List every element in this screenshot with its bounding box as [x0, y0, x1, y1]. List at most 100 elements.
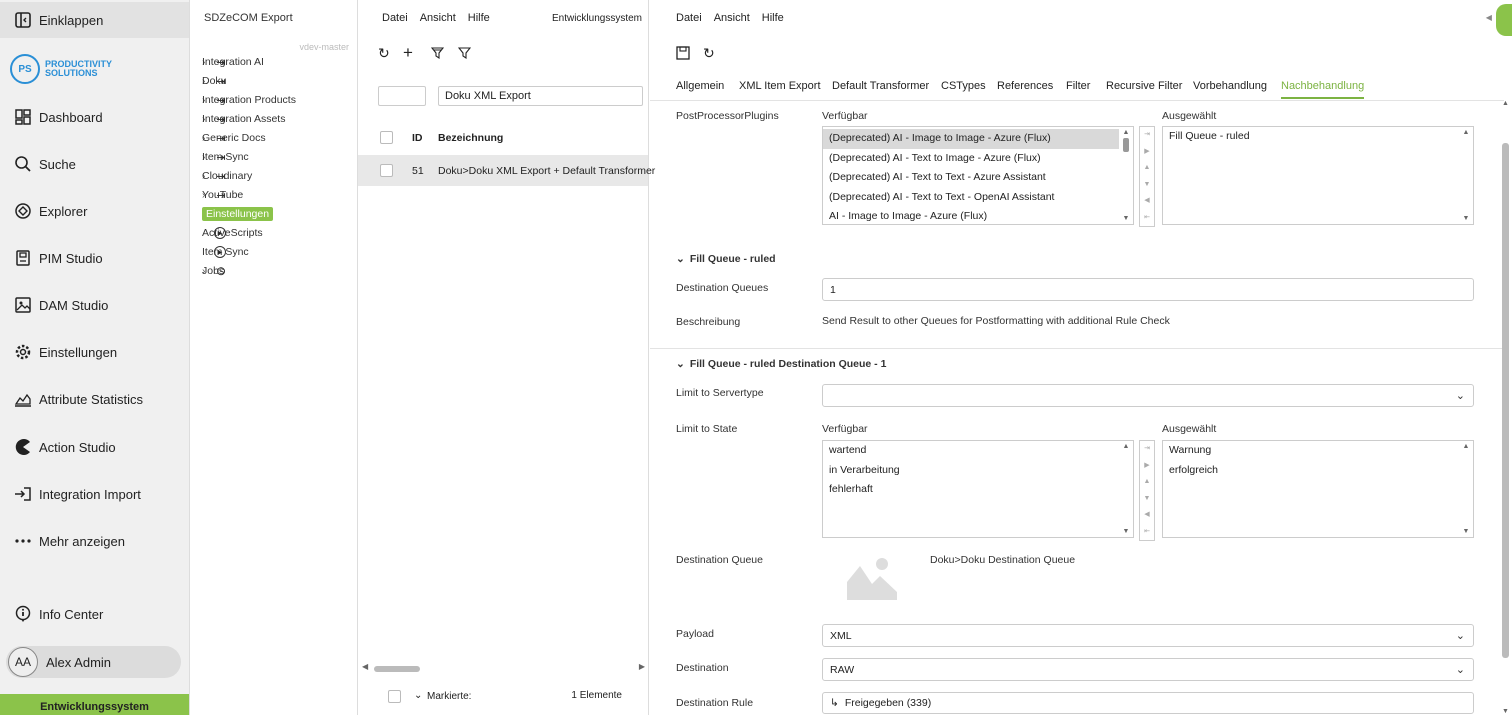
section-fill-queue[interactable]: ⌄ Fill Queue - ruled	[676, 253, 776, 265]
select-all-checkbox[interactable]	[380, 131, 393, 144]
list-item[interactable]: erfolgreich	[1163, 461, 1459, 481]
dest-rule-field[interactable]: ↳ Freigegeben (339)	[822, 692, 1474, 714]
nav-item-explorer[interactable]: Explorer	[0, 193, 189, 229]
list-item[interactable]: Fill Queue - ruled	[1163, 127, 1459, 147]
tree-node-label: Einstellungen	[202, 207, 274, 221]
menu-hilfe[interactable]: Hilfe	[762, 12, 784, 24]
marked-label: Markierte:	[427, 691, 472, 702]
list-item[interactable]: (Deprecated) AI - Text to Text - OpenAI …	[823, 188, 1119, 208]
more-icon	[15, 539, 31, 543]
vertical-scrollbar[interactable]: ▲ ▼	[1501, 100, 1510, 715]
chat-widget-icon[interactable]	[1496, 4, 1512, 36]
destination-select[interactable]: RAW ⌄	[822, 658, 1474, 681]
tab-divider	[650, 100, 1504, 101]
tree-node-label: Item Sync	[202, 246, 249, 258]
list-menubar: Datei Ansicht Hilfe	[382, 12, 490, 24]
list-item[interactable]: wartend	[823, 441, 1119, 461]
nav-item-dam-studio[interactable]: DAM Studio	[0, 287, 189, 323]
tree-node[interactable]: ⚙Einstellungen	[202, 205, 274, 223]
list-scrollbar[interactable]: ▲ ▼	[1461, 129, 1471, 222]
tree-node[interactable]: ▶ ActiveScripts	[202, 224, 263, 242]
image-placeholder-icon[interactable]	[846, 556, 898, 601]
tree-node[interactable]: › ⇥ Integration AI	[202, 53, 264, 71]
logo-line2: SOLUTIONS	[45, 68, 98, 78]
tab-nachbehandlung[interactable]: Nachbehandlung	[1281, 80, 1365, 99]
add-icon[interactable]: +	[403, 43, 413, 63]
tab-references[interactable]: References	[997, 80, 1053, 92]
state-move-buttons[interactable]: ⇥ ▶ ▲ ▼ ◀ ⇤	[1139, 440, 1155, 541]
detail-menubar: Datei Ansicht Hilfe	[676, 12, 784, 24]
state-available-list[interactable]: wartend in Verarbeitung fehlerhaft ▲ ▼	[822, 440, 1134, 538]
save-icon[interactable]	[676, 46, 690, 60]
collapse-button[interactable]: Einklappen	[0, 2, 189, 38]
menu-ansicht[interactable]: Ansicht	[714, 12, 750, 24]
tree-node[interactable]: › ⇥ Integration Products	[202, 91, 296, 109]
user-menu[interactable]: AA Alex Admin	[6, 646, 181, 678]
section-destination-queue[interactable]: ⌄ Fill Queue - ruled Destination Queue - …	[676, 358, 886, 370]
footer-checkbox[interactable]	[388, 690, 401, 703]
tree-node[interactable]: › ⇥ Item Sync	[202, 148, 249, 166]
tab-xml-item-export[interactable]: XML Item Export	[739, 80, 821, 92]
tab-allgemein[interactable]: Allgemein	[676, 80, 724, 92]
col-header-name[interactable]: Bezeichnung	[438, 132, 503, 144]
nav-item-mehr-anzeigen[interactable]: Mehr anzeigen	[0, 523, 189, 559]
menu-ansicht[interactable]: Ansicht	[420, 12, 456, 24]
servertype-select[interactable]: ⌄	[822, 384, 1474, 407]
filter-clear-icon[interactable]	[431, 47, 444, 59]
id-filter-input[interactable]	[378, 86, 426, 106]
tree-node[interactable]: › ⇥ Doku	[202, 72, 232, 90]
list-item[interactable]: AI - Image to Image - Azure (Flux)	[823, 207, 1119, 227]
list-scrollbar[interactable]: ▲ ▼	[1461, 443, 1471, 535]
nav-item-info-center[interactable]: Info Center	[0, 596, 189, 632]
menu-datei[interactable]: Datei	[382, 12, 408, 24]
list-scrollbar[interactable]: ▲ ▼	[1121, 443, 1131, 535]
list-item[interactable]: (Deprecated) AI - Image to Image - Azure…	[823, 129, 1119, 149]
selected-label: Ausgewählt	[1162, 423, 1217, 435]
nav-item-attribute-statistics[interactable]: Attribute Statistics	[0, 381, 189, 417]
nav-item-dashboard[interactable]: Dashboard	[0, 99, 189, 135]
list-item[interactable]: fehlerhaft	[823, 480, 1119, 500]
ppp-selected-list[interactable]: Fill Queue - ruled ▲ ▼	[1162, 126, 1474, 225]
nav-item-action-studio[interactable]: Action Studio	[0, 429, 189, 465]
tree-node[interactable]: › ⇥ Integration Assets	[202, 110, 285, 128]
list-scrollbar[interactable]: ▲ ▼	[1121, 129, 1131, 222]
payload-select[interactable]: XML ⌄	[822, 624, 1474, 647]
nav-item-pim-studio[interactable]: PIM Studio	[0, 240, 189, 276]
tab-cstypes[interactable]: CSTypes	[941, 80, 986, 92]
table-row[interactable]: 51 Doku>Doku XML Export + Default Transf…	[358, 155, 655, 186]
search-icon	[15, 156, 31, 172]
dest-queue-value[interactable]: Doku>Doku Destination Queue	[930, 554, 1075, 566]
menu-hilfe[interactable]: Hilfe	[468, 12, 490, 24]
search-input[interactable]: Doku XML Export	[438, 86, 643, 106]
tab-filter[interactable]: Filter	[1066, 80, 1090, 92]
tree-node[interactable]: › ⇥ YouTube	[202, 186, 243, 204]
refresh-icon[interactable]: ↻	[378, 45, 390, 62]
list-item[interactable]: (Deprecated) AI - Text to Text - Azure A…	[823, 168, 1119, 188]
dest-queues-input[interactable]: 1	[822, 278, 1474, 301]
tab-recursive-filter[interactable]: Recursive Filter	[1106, 80, 1182, 92]
filter-icon[interactable]	[458, 47, 471, 59]
ppp-available-list[interactable]: (Deprecated) AI - Image to Image - Azure…	[822, 126, 1134, 225]
pim-icon	[16, 250, 30, 266]
list-item[interactable]: Warnung	[1163, 441, 1459, 461]
nav-item-suche[interactable]: Suche	[0, 146, 189, 182]
tree-node[interactable]: ▶ Item Sync	[202, 243, 249, 261]
ppp-move-buttons[interactable]: ⇥ ▶ ▲ ▼ ◀ ⇤	[1139, 126, 1155, 227]
horizontal-scrollbar[interactable]: ◀ ▶	[362, 662, 645, 674]
tab-default-transformer[interactable]: Default Transformer	[832, 80, 929, 92]
menu-datei[interactable]: Datei	[676, 12, 702, 24]
tree-node[interactable]: › ⊙ Jobs	[202, 262, 232, 280]
col-header-id[interactable]: ID	[412, 132, 423, 144]
state-selected-list[interactable]: Warnung erfolgreich ▲ ▼	[1162, 440, 1474, 538]
refresh-icon[interactable]: ↻	[703, 45, 715, 62]
dest-rule-label: Destination Rule	[676, 697, 754, 709]
nav-item-einstellungen[interactable]: Einstellungen	[0, 334, 189, 370]
nav-item-integration-import[interactable]: Integration Import	[0, 476, 189, 512]
tree-node[interactable]: › ⇥ Cloudinary	[202, 167, 252, 185]
tree-node[interactable]: › ⇥ Generic Docs	[202, 129, 266, 147]
chevron-down-icon[interactable]: ⌄	[414, 690, 422, 701]
tab-vorbehandlung[interactable]: Vorbehandlung	[1193, 80, 1267, 92]
row-checkbox[interactable]	[380, 164, 393, 177]
list-item[interactable]: (Deprecated) AI - Text to Image - Azure …	[823, 149, 1119, 169]
list-item[interactable]: in Verarbeitung	[823, 461, 1119, 481]
